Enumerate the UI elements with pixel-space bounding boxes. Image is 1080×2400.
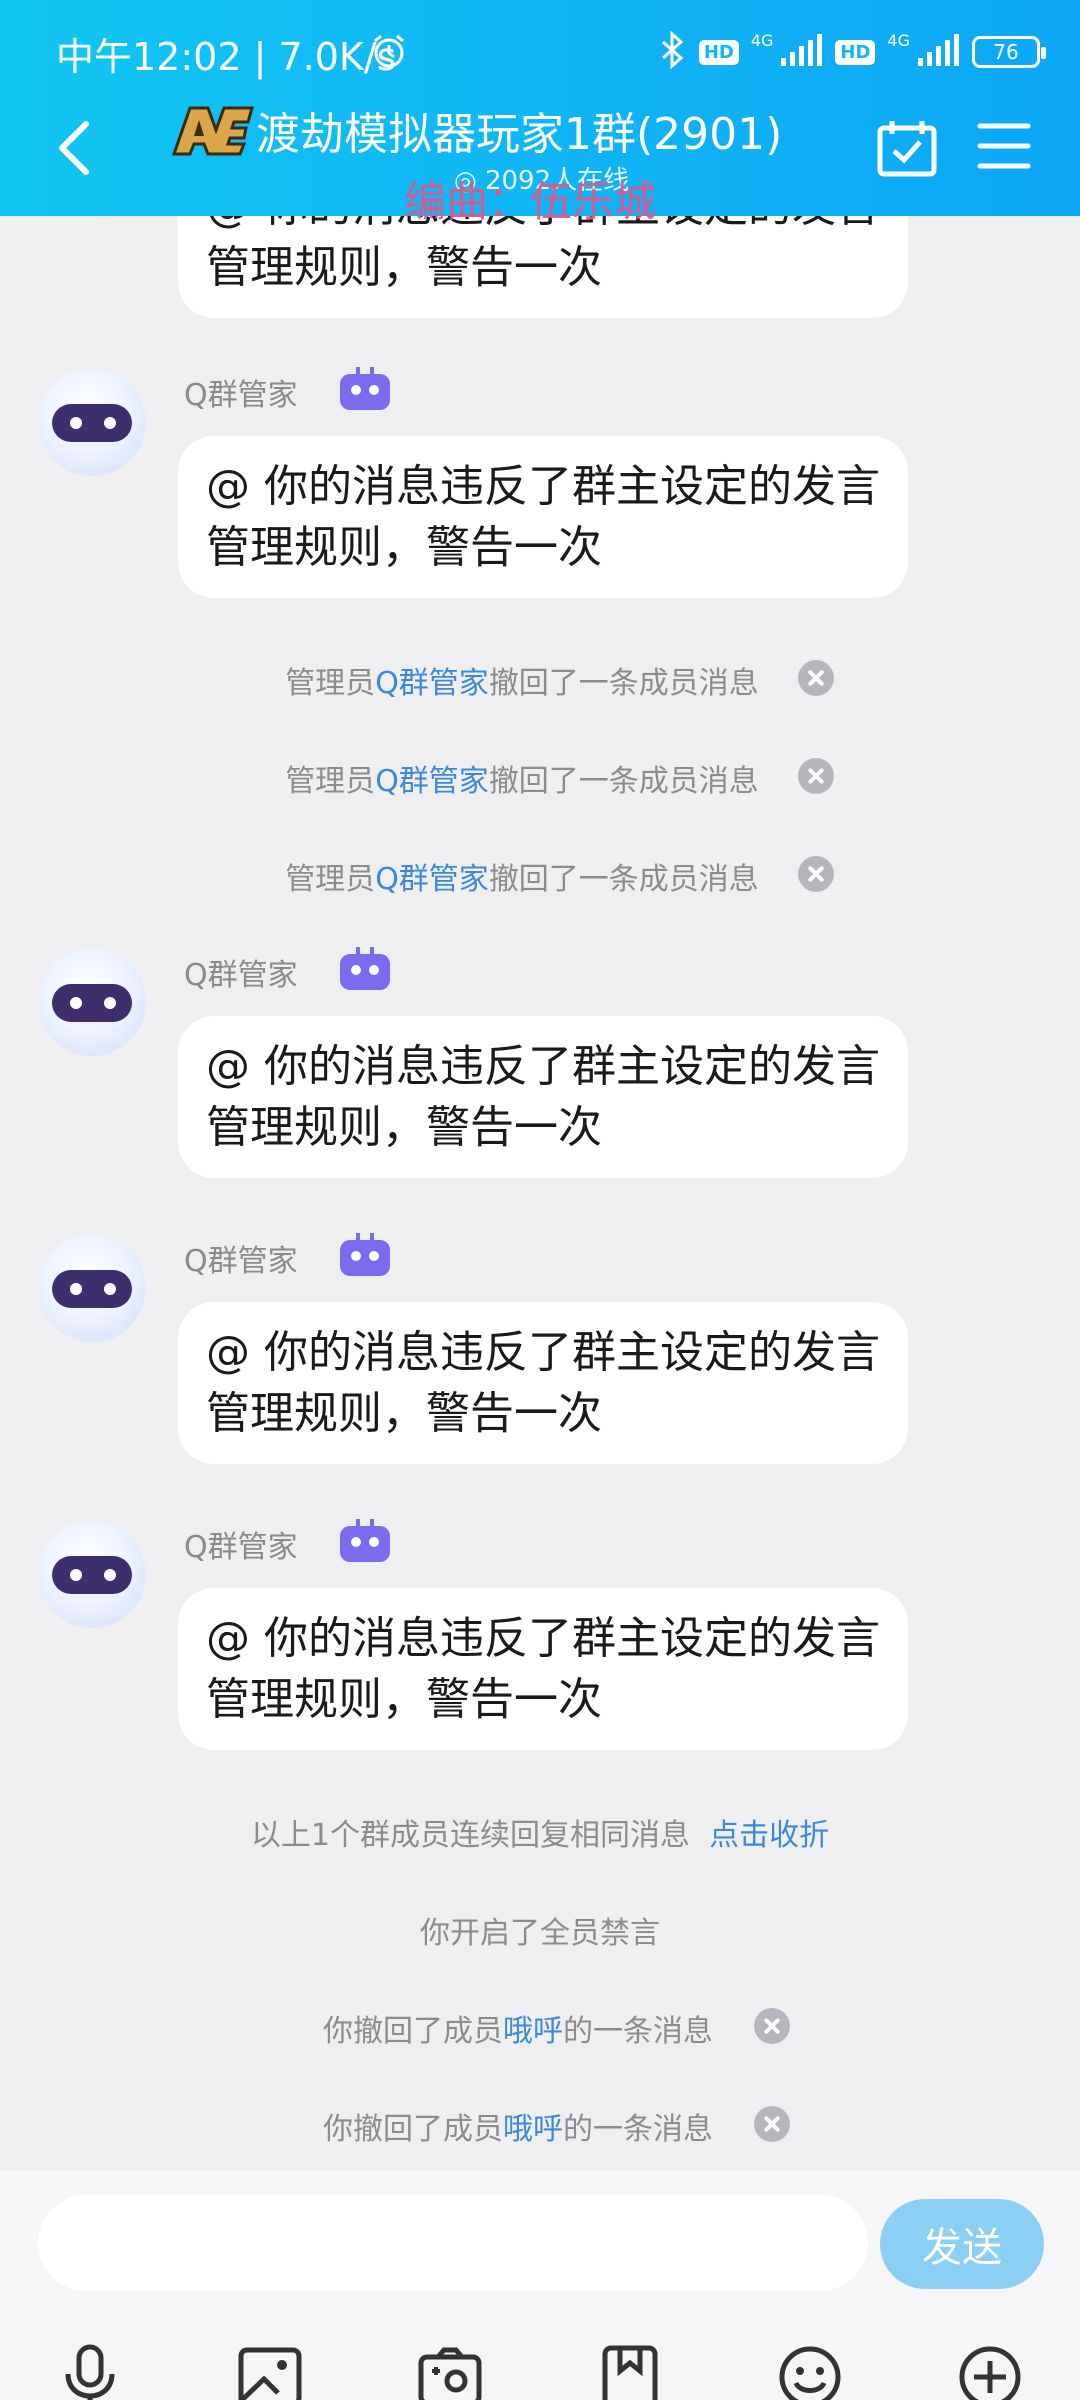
notice-text: 的一条消息: [563, 2112, 713, 2147]
alarm-icon: [370, 32, 408, 74]
message-list[interactable]: @ 你的消息违反了群主设定的发言管理规则，警告一次 Q群管家 @ 你的消息违反了…: [0, 216, 1080, 2171]
message-bubble[interactable]: @ 你的消息违反了群主设定的发言管理规则，警告一次: [178, 1016, 908, 1178]
close-icon[interactable]: [798, 660, 834, 696]
self-recall-notice: 你撤回了成员哦呼的一条消息: [0, 2006, 1080, 2050]
file-icon: [602, 2345, 658, 2400]
notice-text: 管理员: [285, 666, 376, 701]
robot-badge-icon: [336, 946, 394, 992]
robot-badge-icon: [336, 1232, 394, 1278]
emoji-button[interactable]: [774, 2341, 846, 2400]
notice-text: 撤回了一条成员消息: [488, 666, 759, 701]
notice-text: 管理员: [285, 862, 376, 897]
status-time: 中午12:02 | 7.0K/s: [56, 35, 397, 79]
sender-name[interactable]: Q群管家: [184, 1236, 298, 1280]
hd-badge-2: HD: [835, 39, 876, 65]
notice-text: 管理员: [285, 764, 376, 799]
back-button[interactable]: [46, 112, 102, 184]
notice-link[interactable]: 哦呼: [503, 2112, 563, 2147]
system-notice-recall: 管理员Q群管家撤回了一条成员消息: [0, 756, 1080, 800]
bot-avatar[interactable]: [38, 948, 146, 1056]
network-type-2: 4G: [887, 30, 910, 50]
message-bubble[interactable]: @ 你的消息违反了群主设定的发言管理规则，警告一次: [178, 1302, 908, 1464]
sender-name[interactable]: Q群管家: [184, 370, 298, 414]
battery-level: 76: [993, 40, 1019, 64]
calendar-check-icon: [877, 121, 937, 177]
notice-text: 你撤回了成员: [323, 2112, 503, 2147]
back-arrow-icon: [59, 121, 89, 175]
notice-text: 以上1个群成员连续回复相同消息: [250, 1818, 690, 1853]
robot-badge-icon: [336, 366, 394, 412]
status-bar: 中午12:02 | 7.0K/s HD 4G HD 4G 76: [0, 0, 1080, 104]
mute-all-notice: 你开启了全员禁言: [420, 1916, 660, 1951]
message-bubble[interactable]: @ 你的消息违反了群主设定的发言管理规则，警告一次: [178, 1588, 908, 1750]
robot-badge-icon: [336, 1518, 394, 1564]
calendar-button[interactable]: [876, 118, 938, 178]
menu-button[interactable]: [976, 120, 1032, 172]
watermark: 编曲：伍乐城: [404, 177, 657, 226]
battery-indicator: 76: [972, 36, 1046, 68]
close-icon[interactable]: [754, 2106, 790, 2142]
bot-avatar[interactable]: [38, 1234, 146, 1342]
file-button[interactable]: [594, 2341, 666, 2400]
close-icon[interactable]: [754, 2008, 790, 2044]
bot-avatar[interactable]: [38, 1520, 146, 1628]
message-bubble[interactable]: @ 你的消息违反了群主设定的发言管理规则，警告一次: [178, 436, 908, 598]
system-notice-recall: 管理员Q群管家撤回了一条成员消息: [0, 854, 1080, 898]
camera-button[interactable]: [414, 2341, 486, 2400]
notice-link[interactable]: Q群管家: [375, 764, 489, 799]
collapse-link[interactable]: 点击收折: [709, 1818, 829, 1853]
emoji-icon: [779, 2346, 841, 2400]
hd-badge: HD: [698, 39, 739, 65]
sender-name[interactable]: Q群管家: [184, 950, 298, 994]
signal-icon-2: [916, 32, 960, 72]
image-icon: [238, 2347, 302, 2400]
send-button[interactable]: 发送: [880, 2199, 1044, 2289]
notice-text: 你撤回了成员: [323, 2014, 503, 2049]
qq-group-chat-screen: 中午12:02 | 7.0K/s HD 4G HD 4G 76 渡劫模拟器玩家1…: [0, 0, 1080, 2400]
menu-icon: [977, 123, 1031, 169]
voice-button[interactable]: [54, 2341, 126, 2400]
notice-text: 撤回了一条成员消息: [488, 862, 759, 897]
bluetooth-icon: [657, 30, 687, 74]
self-recall-notice: 你撤回了成员哦呼的一条消息: [0, 2104, 1080, 2148]
system-notice-recall: 管理员Q群管家撤回了一条成员消息: [0, 658, 1080, 702]
notice-text: 的一条消息: [563, 2014, 713, 2049]
status-indicators: HD 4G HD 4G 76: [657, 30, 1046, 74]
notice-text: 撤回了一条成员消息: [488, 764, 759, 799]
signal-icon: [779, 32, 823, 72]
notice-link[interactable]: 哦呼: [503, 2014, 563, 2049]
camera-icon: [418, 2347, 482, 2400]
bot-avatar[interactable]: [38, 368, 146, 476]
network-type: 4G: [750, 30, 774, 50]
image-button[interactable]: [234, 2341, 306, 2400]
microphone-icon: [65, 2344, 115, 2400]
notice-link[interactable]: Q群管家: [375, 862, 489, 897]
chat-title[interactable]: 渡劫模拟器玩家1群(2901): [256, 98, 782, 162]
message-input[interactable]: [38, 2195, 868, 2291]
close-icon[interactable]: [798, 856, 834, 892]
message-bubble[interactable]: @ 你的消息违反了群主设定的发言管理规则，警告一次: [178, 216, 908, 318]
notice-link[interactable]: Q群管家: [375, 666, 489, 701]
more-button[interactable]: [954, 2341, 1026, 2400]
collapse-notice: 以上1个群成员连续回复相同消息 点击收折: [0, 1810, 1080, 1854]
ace-logo: [168, 100, 256, 160]
plus-icon: [959, 2346, 1021, 2400]
close-icon[interactable]: [798, 758, 834, 794]
input-bar: 发送: [0, 2171, 1080, 2400]
sender-name[interactable]: Q群管家: [184, 1522, 298, 1566]
